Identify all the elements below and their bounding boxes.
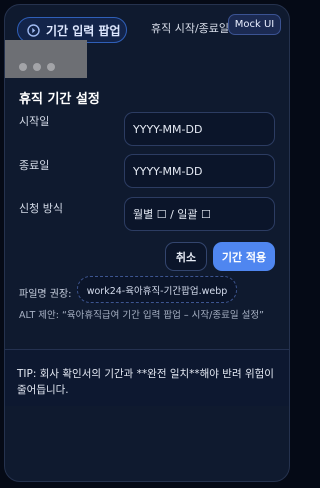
end-date-input[interactable]: YYYY-MM-DD	[124, 154, 275, 188]
method-label: 신청 방식	[19, 202, 63, 215]
filename-chip: work24-육아휴직-기간팝업.webp	[77, 276, 237, 303]
section-title: 휴직 기간 설정	[19, 92, 100, 107]
alt-suggestion: ALT 제안: “육아휴직급여 기간 입력 팝업 – 시작/종료일 설정”	[19, 310, 264, 321]
window-controls	[5, 40, 87, 78]
cancel-button[interactable]: 취소	[165, 242, 207, 271]
arrow-circle-icon	[27, 23, 40, 37]
popup-card: 기간 입력 팝업 휴직 시작/종료일 Mock UI 휴직 기간 설정 시작일 …	[4, 4, 290, 482]
tip-box: TIP: 회사 확인서의 기간과 **완전 일치**해야 반려 위험이 줄어듭니…	[5, 350, 289, 406]
start-date-input[interactable]: YYYY-MM-DD	[124, 112, 275, 146]
window-dot-2	[33, 63, 41, 71]
header-title: 휴직 시작/종료일	[151, 22, 230, 35]
window-dot-3	[47, 63, 55, 71]
method-field[interactable]: 월별 ☐ / 일괄 ☐	[124, 197, 275, 231]
mock-ui-badge: Mock UI	[228, 14, 281, 35]
end-date-label: 종료일	[19, 159, 50, 172]
start-date-label: 시작일	[19, 115, 50, 128]
filename-label: 파일명 권장:	[19, 289, 72, 300]
window-dot-1	[19, 63, 27, 71]
period-popup-label: 기간 입력 팝업	[46, 23, 121, 38]
apply-button[interactable]: 기간 적용	[213, 242, 275, 271]
tip-text: TIP: 회사 확인서의 기간과 **완전 일치**해야 반려 위험이 줄어듭니…	[17, 368, 274, 396]
